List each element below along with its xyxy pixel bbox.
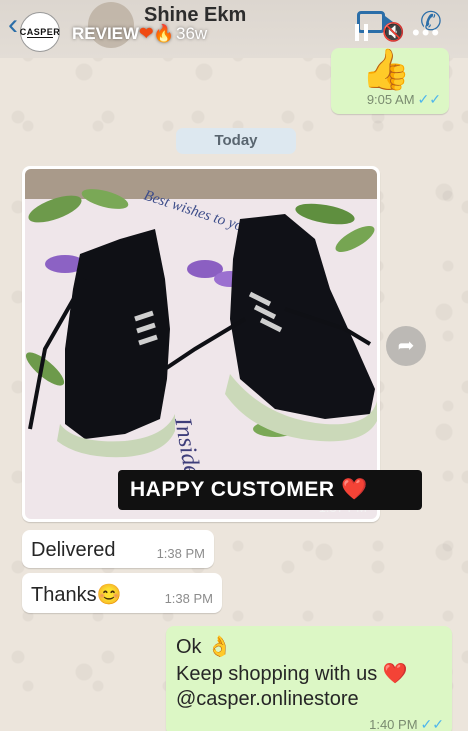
story-username-label: REVIEW <box>72 24 140 43</box>
message-time: 1:40 PM <box>369 717 418 731</box>
happy-customer-sticker: HAPPY CUSTOMER ❤️ <box>118 470 422 510</box>
shoe-photo[interactable]: Best wishes to you Inside 1:37 PM <box>25 169 377 519</box>
mute-icon[interactable]: 🔇 <box>382 22 404 43</box>
incoming-message-delivered[interactable]: Delivered 1:38 PM <box>22 530 214 568</box>
shoe-photo-drawing: Best wishes to you Inside <box>25 169 377 519</box>
read-ticks-icon: ✓✓ <box>420 716 444 731</box>
image-message[interactable]: Best wishes to you Inside 1:37 PM <box>22 166 380 522</box>
pause-icon[interactable] <box>355 24 368 41</box>
reply-line-2-text: Keep shopping with us <box>176 663 378 685</box>
story-username[interactable]: REVIEW❤🔥 <box>72 24 174 44</box>
sticker-text: HAPPY CUSTOMER <box>130 478 335 501</box>
message-text: Delivered <box>31 539 116 561</box>
thumbs-up-emoji: 👍 <box>361 48 411 92</box>
message-time: 1:38 PM <box>156 546 205 561</box>
story-time-ago: 36w <box>176 24 208 43</box>
reply-line-3: @casper.onlinestore <box>176 688 359 710</box>
message-time: 1:38 PM <box>164 591 213 606</box>
read-ticks-icon: ✓✓ <box>417 91 441 107</box>
incoming-message-thanks[interactable]: Thanks😊 1:38 PM <box>22 573 222 613</box>
more-options-icon[interactable]: ••• <box>412 20 441 46</box>
message-meta: 9:05 AM ✓✓ <box>367 91 441 108</box>
outgoing-message-thumbs[interactable]: 👍 9:05 AM ✓✓ <box>331 48 449 114</box>
brand-logo-text: CASPER <box>19 27 61 37</box>
date-separator: Today <box>176 128 296 154</box>
reply-line-2: Keep shopping with us ❤️ <box>176 661 408 686</box>
reply-line-1: Ok 👌 <box>176 636 233 658</box>
brand-avatar[interactable]: CASPER <box>20 12 60 52</box>
sticker-heart-emoji: ❤️ <box>340 478 368 501</box>
forward-button[interactable]: ➦ <box>386 326 426 366</box>
reply-heart-emoji: ❤️ <box>382 663 408 685</box>
message-time: 9:05 AM <box>366 92 415 107</box>
outgoing-message-reply[interactable]: Ok 👌 Keep shopping with us ❤️ @casper.on… <box>166 626 452 731</box>
story-username-emoji: ❤🔥 <box>139 24 175 43</box>
message-text: Thanks😊 <box>31 584 122 606</box>
message-meta: 1:40 PM ✓✓ <box>369 716 444 731</box>
